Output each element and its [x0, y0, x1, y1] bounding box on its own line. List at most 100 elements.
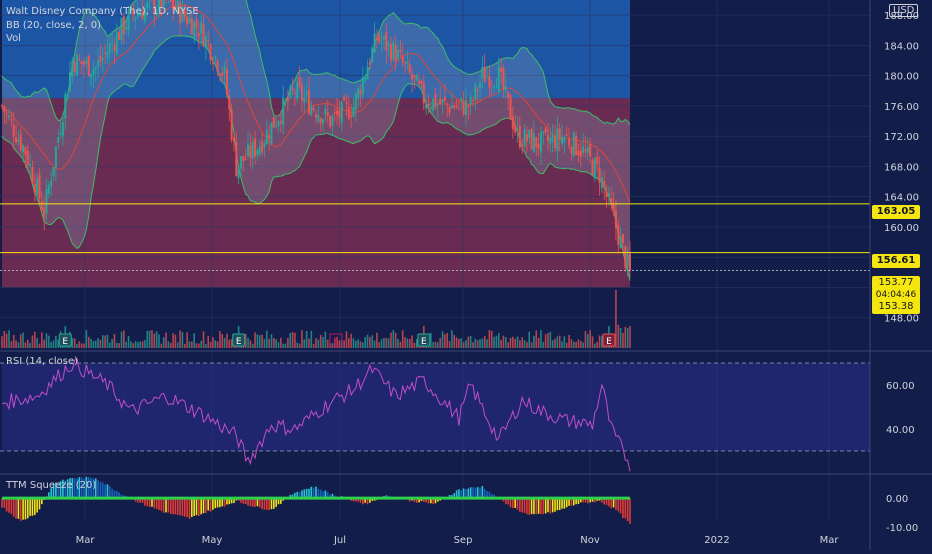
volume-bar-244	[572, 341, 575, 348]
volume-bar-41	[97, 338, 99, 348]
candle-body-183	[429, 107, 432, 109]
volume-bar-136	[319, 334, 322, 348]
volume-bar-52	[123, 330, 125, 348]
squeeze-bar-87	[205, 498, 207, 514]
candle-body-144	[338, 110, 341, 118]
squeeze-bar-9	[22, 498, 24, 520]
candle-body-161	[378, 35, 381, 42]
volume-bar-163	[383, 337, 385, 348]
candle-body-33	[78, 59, 81, 61]
squeeze-bar-7	[17, 498, 20, 519]
candle-body-213	[500, 67, 503, 72]
squeeze-bar-115	[270, 498, 273, 510]
volume-bar-193	[453, 334, 456, 348]
candle-body-119	[279, 120, 282, 124]
squeeze-bar-5	[12, 498, 15, 517]
x-tick-2: Jul	[333, 535, 346, 546]
candle-body-170	[399, 50, 402, 52]
volume-bar-38	[90, 338, 92, 348]
volume-bar-195	[458, 338, 460, 348]
volume-bar-35	[83, 343, 85, 348]
squeeze-bar-72	[169, 498, 172, 515]
volume-bar-84	[198, 343, 200, 348]
volume-bar-74	[174, 334, 177, 348]
candle-body-212	[497, 66, 500, 93]
volume-bar-165	[387, 338, 390, 348]
candle-body-135	[317, 114, 320, 122]
volume-bar-91	[214, 340, 217, 348]
chart-canvas[interactable]: EEEEE148.00152.00156.00160.00164.00168.0…	[0, 0, 932, 550]
candle-body-21	[50, 180, 53, 187]
candle-body-252	[591, 160, 594, 175]
squeeze-bar-237	[556, 498, 559, 511]
candle-body-216	[507, 91, 510, 98]
candle-body-248	[582, 146, 585, 154]
candle-body-107	[251, 141, 254, 159]
candle-body-155	[364, 76, 367, 82]
candle-body-19	[45, 188, 48, 214]
volume-bar-176	[413, 342, 416, 348]
candle-body-47	[111, 43, 114, 45]
volume-bar-51	[120, 331, 123, 348]
candle-body-126	[296, 81, 299, 99]
volume-bar-246	[577, 339, 580, 348]
volume-bar-81	[191, 341, 193, 348]
candle-body-127	[298, 76, 301, 87]
candle-body-232	[544, 128, 547, 133]
price-tick-0: 148.00	[884, 314, 919, 325]
volume-bar-149	[350, 333, 352, 348]
candle-body-240	[563, 136, 566, 143]
candle-body-177	[415, 75, 418, 81]
volume-bar-267	[626, 328, 629, 348]
candle-body-92	[216, 60, 219, 73]
volume-bar-43	[101, 335, 104, 348]
candle-body-195	[457, 101, 460, 103]
volume-bar-172	[404, 337, 406, 348]
currency-badge[interactable]: USD	[889, 4, 919, 17]
volume-bar-155	[364, 337, 367, 348]
volume-bar-243	[570, 339, 573, 348]
price-tick-8: 180.00	[884, 72, 919, 83]
candle-body-94	[221, 72, 224, 76]
volume-bar-55	[130, 341, 132, 348]
candle-body-163	[382, 36, 385, 40]
candle-body-259	[607, 192, 610, 196]
volume-bar-62	[146, 330, 149, 348]
candle-body-218	[511, 116, 514, 130]
volume-bar-204	[479, 339, 481, 348]
squeeze-bar-220	[516, 498, 519, 510]
volume-bar-118	[277, 342, 280, 348]
volume-bar-247	[579, 340, 582, 348]
squeeze-tick-1: -10.00	[886, 523, 918, 534]
candle-body-226	[530, 129, 533, 150]
volume-bar-31	[73, 338, 76, 348]
volume-bar-36	[85, 330, 88, 348]
candle-body-247	[579, 150, 582, 157]
volume-bar-173	[406, 338, 409, 348]
squeeze-bar-240	[563, 498, 566, 509]
volume-bar-39	[92, 341, 95, 348]
candle-body-203	[476, 89, 479, 92]
volume-bar-60	[141, 341, 144, 348]
candle-body-176	[413, 75, 416, 78]
volume-bar-238	[558, 335, 561, 348]
candle-body-250	[586, 146, 589, 153]
squeeze-bar-201	[472, 487, 474, 499]
chart-stage[interactable]: EEEEE148.00152.00156.00160.00164.00168.0…	[0, 0, 932, 550]
candle-body-111	[261, 141, 264, 153]
volume-bar-194	[455, 337, 458, 348]
price-tick-3: 160.00	[884, 223, 919, 234]
candle-body-246	[577, 151, 580, 156]
squeeze-bar-263	[617, 498, 620, 512]
volume-bar-8	[19, 334, 22, 348]
volume-bar-228	[535, 330, 538, 348]
volume-bar-114	[268, 338, 270, 348]
squeeze-bar-268	[629, 498, 631, 525]
squeeze-bar-266	[624, 498, 627, 519]
volume-bar-1	[3, 330, 6, 348]
squeeze-bar-67	[158, 498, 160, 511]
volume-bar-245	[575, 341, 577, 348]
squeeze-bar-10	[24, 498, 27, 520]
volume-bar-264	[619, 327, 622, 348]
candle-body-133	[312, 108, 315, 111]
